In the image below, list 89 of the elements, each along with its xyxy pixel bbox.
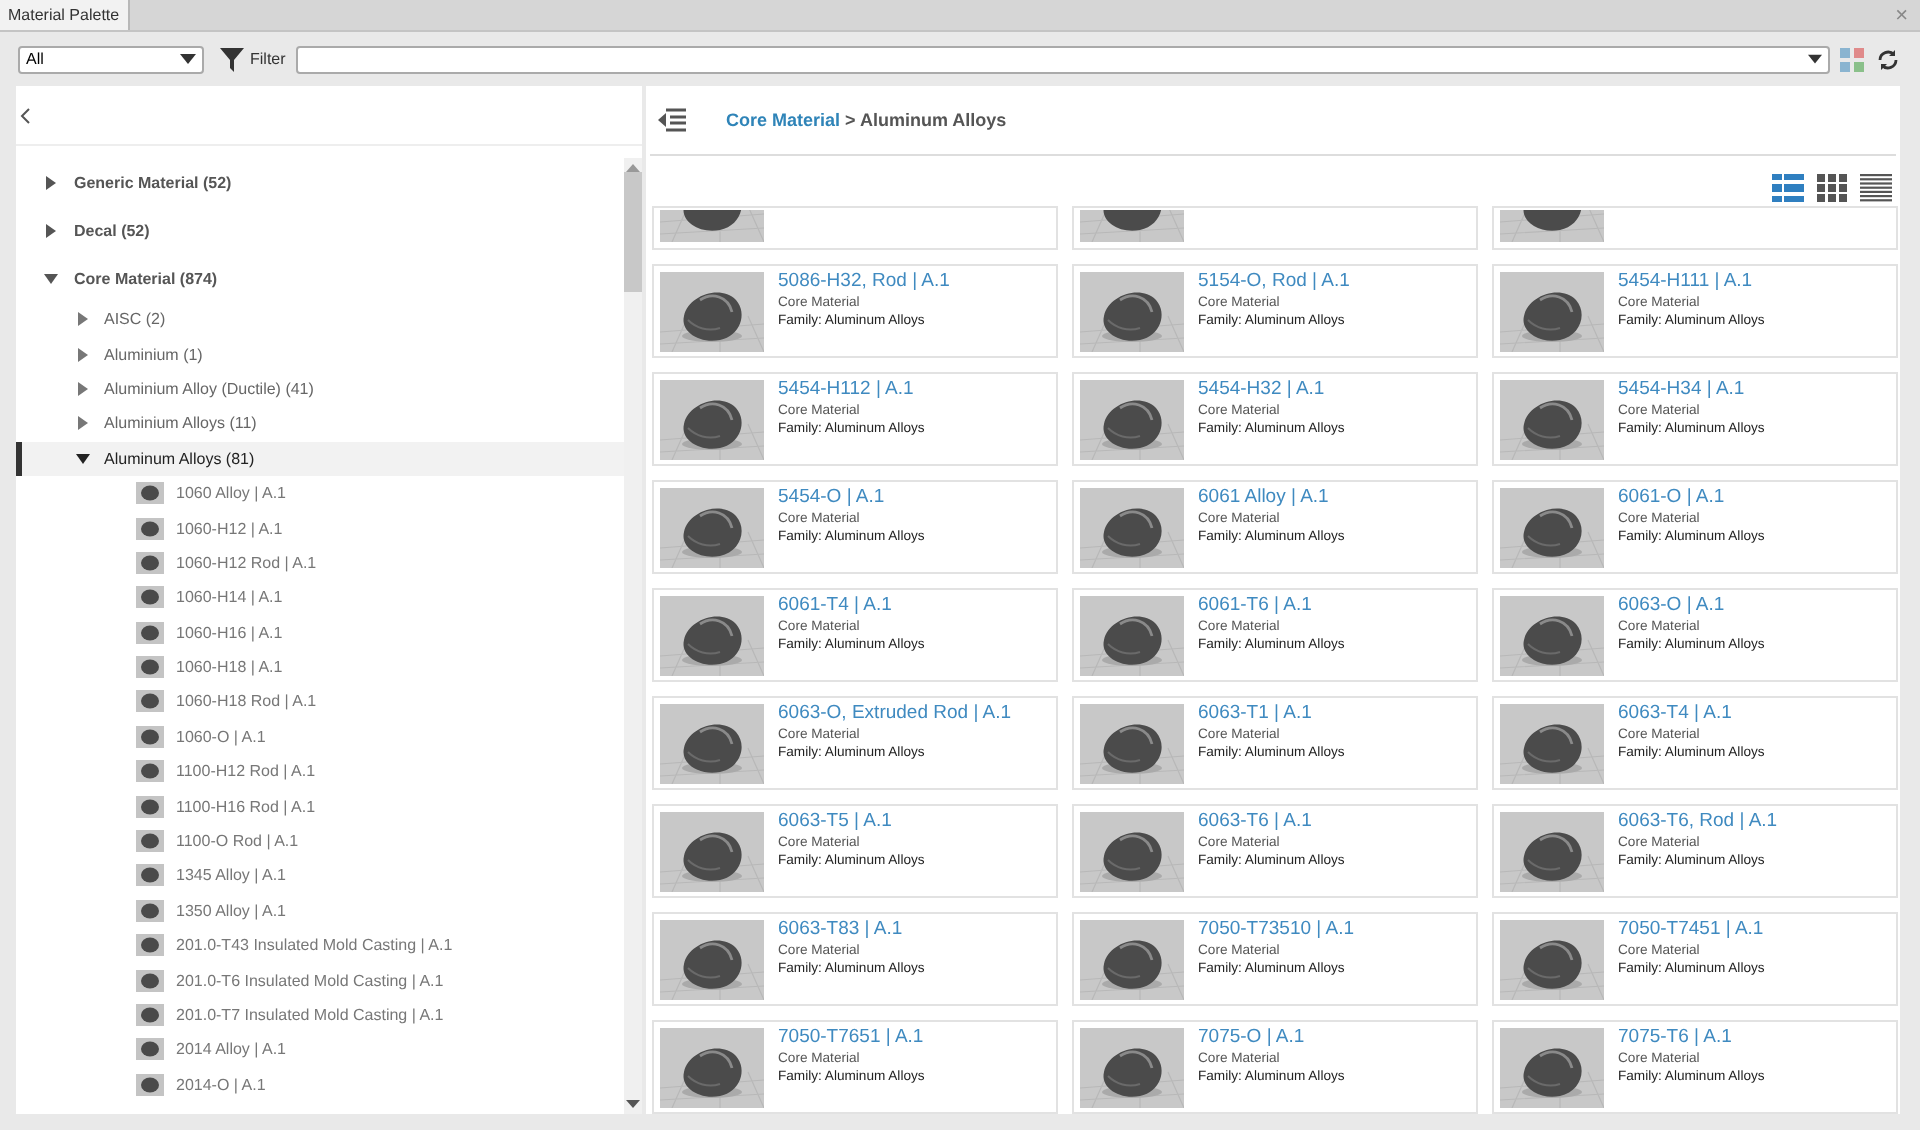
material-swatch-icon xyxy=(136,621,164,644)
material-swatch-icon xyxy=(136,551,164,574)
material-title: 5454-H112 | A.1 xyxy=(778,380,916,400)
scroll-down-icon[interactable] xyxy=(626,1100,640,1110)
tree-item[interactable]: Decal (52) xyxy=(16,206,624,254)
tree-item[interactable]: 1060-H16 | A.1 xyxy=(16,615,624,650)
material-title: 6061 Alloy | A.1 xyxy=(1198,488,1331,508)
tree-item[interactable]: AISC (2) xyxy=(16,302,624,337)
material-title: 5454-O | A.1 xyxy=(778,488,887,508)
material-card[interactable] xyxy=(1072,206,1478,250)
material-swatch-icon xyxy=(136,482,164,505)
material-title: 6061-O | A.1 xyxy=(1618,488,1727,508)
dropdown-arrow-icon xyxy=(1808,54,1822,64)
material-swatch-icon xyxy=(136,830,164,853)
sidebar-toggle-icon[interactable] xyxy=(658,108,686,132)
tree-item[interactable]: Aluminium Alloys (11) xyxy=(16,406,624,442)
material-title: 5454-H34 | A.1 xyxy=(1618,380,1747,400)
tree-item[interactable]: 201.0-T6 Insulated Mold Casting | A.1 xyxy=(16,962,624,998)
tree-item[interactable]: 1345 Alloy | A.1 xyxy=(16,858,624,894)
material-title: 7075-O | A.1 xyxy=(1198,1028,1307,1048)
material-title: 7050-T7451 | A.1 xyxy=(1618,920,1765,940)
panel-tab[interactable]: Material Palette xyxy=(0,0,130,30)
tree-item[interactable]: Aluminum Alloys (81) xyxy=(16,441,624,476)
material-swatch-icon xyxy=(136,690,164,713)
material-card[interactable] xyxy=(652,206,1058,250)
filter-field[interactable] xyxy=(295,45,1830,73)
tree-item[interactable]: 1060-H14 | A.1 xyxy=(16,580,624,616)
material-title: 6063-O, Extruded Rod | A.1 xyxy=(778,704,1012,724)
scope-dropdown[interactable]: All xyxy=(18,45,204,73)
tree-item[interactable]: 1100-O Rod | A.1 xyxy=(16,823,624,859)
material-title: 6061-T4 | A.1 xyxy=(778,596,894,616)
tree-item[interactable]: 2014 Alloy | A.1 xyxy=(16,1032,624,1068)
breadcrumb-link[interactable]: Core Material xyxy=(726,110,841,130)
tree-item[interactable]: 1060 Alloy | A.1 xyxy=(16,475,624,511)
tree-item[interactable]: Generic Material (52) xyxy=(16,158,624,206)
material-swatch-icon xyxy=(136,656,164,679)
material-title: 6063-T83 | A.1 xyxy=(778,920,905,940)
material-title: 5454-H111 | A.1 xyxy=(1618,272,1755,292)
material-title: 5454-H32 | A.1 xyxy=(1198,380,1327,400)
list-view-button[interactable] xyxy=(1860,174,1892,202)
material-title: 6063-O | A.1 xyxy=(1618,596,1727,616)
material-title: 5086-H32, Rod | A.1 xyxy=(778,272,950,292)
material-swatch-icon xyxy=(136,795,164,818)
filter-label: Filter xyxy=(250,50,286,68)
material-title: 6061-T6 | A.1 xyxy=(1198,596,1314,616)
material-swatch-icon xyxy=(136,899,164,922)
tree-item[interactable]: 2014-O | A.1 xyxy=(16,1067,624,1102)
material-title: 5154-O, Rod | A.1 xyxy=(1198,272,1350,292)
collapse-chevron-icon[interactable] xyxy=(20,108,30,124)
tree-item[interactable]: 1060-H18 Rod | A.1 xyxy=(16,684,624,720)
material-title: 6063-T5 | A.1 xyxy=(778,812,894,832)
tiles-view-button[interactable] xyxy=(1772,174,1804,202)
dropdown-arrow-icon xyxy=(180,54,196,64)
tree-item[interactable]: 1060-H12 Rod | A.1 xyxy=(16,545,624,581)
tree-item[interactable]: Core Material (874) xyxy=(16,254,624,302)
material-swatch-icon xyxy=(136,969,164,992)
material-title: 6063-T6, Rod | A.1 xyxy=(1618,812,1778,832)
filter-icon xyxy=(220,47,244,71)
scrollbar-thumb[interactable] xyxy=(624,172,642,292)
material-swatch-icon xyxy=(136,864,164,887)
breadcrumb-current: Aluminum Alloys xyxy=(859,110,1007,130)
material-swatch-icon xyxy=(136,1073,164,1096)
material-title: 7050-T73510 | A.1 xyxy=(1198,920,1354,940)
material-title: 7050-T7651 | A.1 xyxy=(778,1028,925,1048)
material-title: 6063-T1 | A.1 xyxy=(1198,704,1314,724)
material-swatch-icon xyxy=(136,1038,164,1061)
material-swatch-icon xyxy=(136,517,164,540)
material-swatch-icon xyxy=(136,760,164,783)
tree-item[interactable]: 201.0-T7 Insulated Mold Casting | A.1 xyxy=(16,997,624,1033)
tree-item[interactable]: 201.0-T43 Insulated Mold Casting | A.1 xyxy=(16,928,624,963)
material-title: 6063-T4 | A.1 xyxy=(1618,704,1734,724)
tree-item[interactable]: 1060-H12 | A.1 xyxy=(16,510,624,546)
material-swatch-icon xyxy=(136,725,164,748)
tree-item[interactable]: Aluminium Alloy (Ductile) (41) xyxy=(16,371,624,407)
material-swatch-icon xyxy=(136,1004,164,1026)
material-card[interactable] xyxy=(1492,206,1898,250)
material-swatch-icon xyxy=(136,586,164,609)
tree-item[interactable]: 1100-H16 Rod | A.1 xyxy=(16,788,624,824)
material-title: 6063-T6 | A.1 xyxy=(1198,812,1314,832)
grid-view-button[interactable] xyxy=(1816,174,1848,202)
refresh-icon[interactable] xyxy=(1876,47,1900,71)
material-title: 7075-T6 | A.1 xyxy=(1618,1028,1734,1048)
tree-item[interactable]: 1060-O | A.1 xyxy=(16,719,624,755)
tree-item[interactable]: 1100-H12 Rod | A.1 xyxy=(16,754,624,789)
tree-item[interactable]: Aluminium (1) xyxy=(16,336,624,372)
tree-item[interactable]: 1350 Alloy | A.1 xyxy=(16,893,624,929)
breadcrumb-separator: > xyxy=(843,110,858,130)
tree-item[interactable]: 1060-H18 | A.1 xyxy=(16,649,624,685)
material-swatch-icon xyxy=(136,934,164,957)
